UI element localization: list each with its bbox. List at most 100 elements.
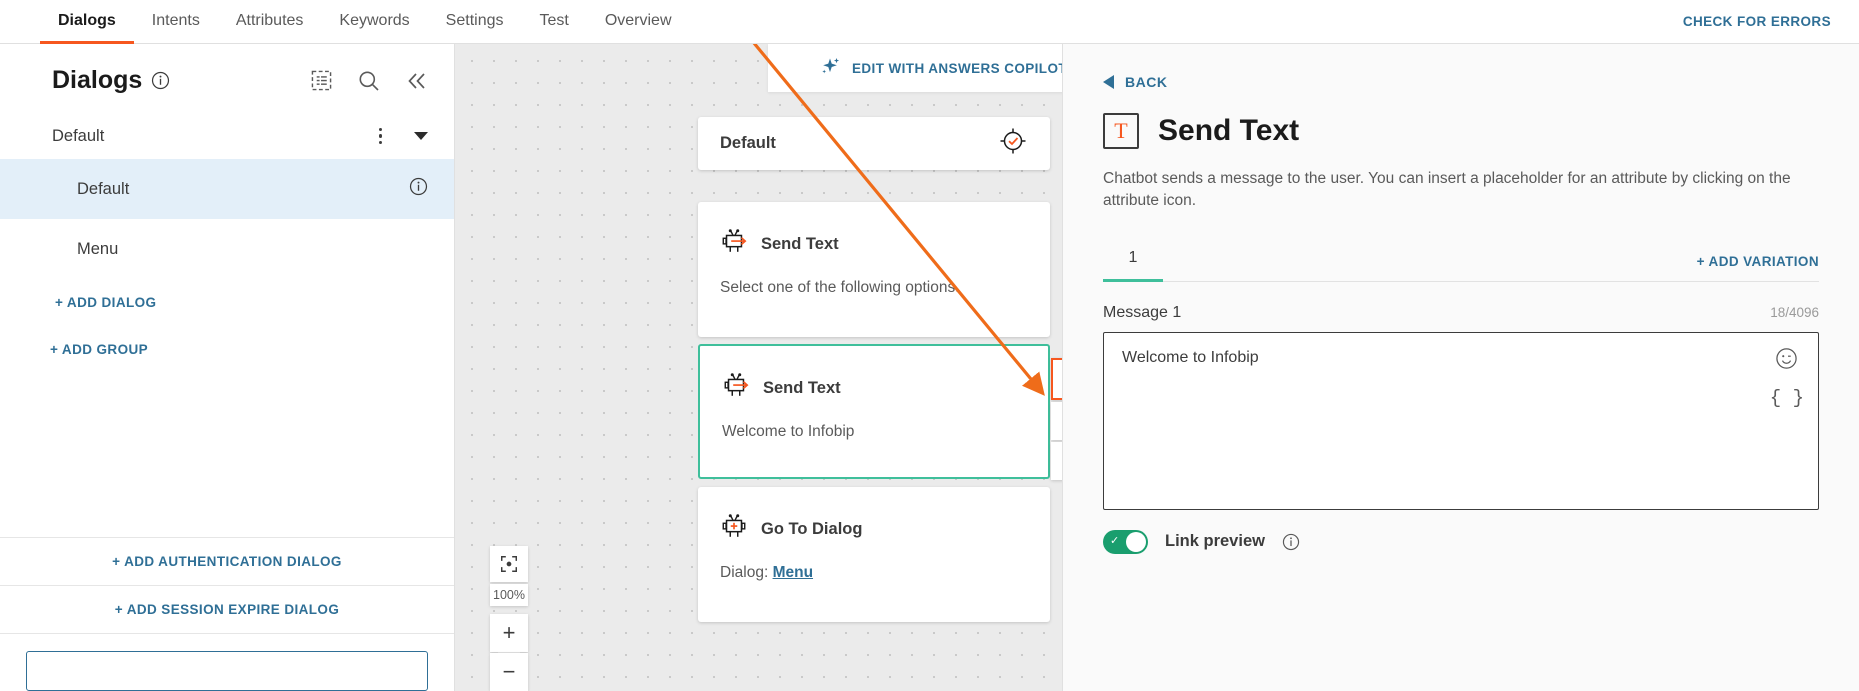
tab-label: Overview [604, 12, 672, 29]
tab-intents[interactable]: Intents [134, 1, 218, 44]
zoom-level-label: 100% [490, 584, 528, 606]
attribute-placeholder-icon[interactable]: { } [1770, 387, 1804, 409]
sidebar-item-default[interactable]: Default [0, 159, 454, 219]
send-text-type-icon: T [1103, 113, 1139, 149]
add-variation-button[interactable]: + ADD VARIATION [1697, 254, 1819, 281]
node-header: Go To Dialog [698, 487, 1050, 546]
canvas-node-go-to-dialog[interactable]: Go To Dialog Dialog: Menu [698, 487, 1050, 622]
message-label: Message 1 [1103, 303, 1182, 321]
tab-test[interactable]: Test [521, 1, 586, 44]
add-group-button[interactable]: + ADD GROUP [0, 326, 454, 373]
delete-icon[interactable] [1051, 402, 1062, 440]
node-body: Select one of the following options. [720, 279, 960, 296]
back-button[interactable]: BACK [1103, 74, 1819, 90]
dialog-group-label: Default [52, 126, 105, 145]
toggle-knob [1126, 531, 1146, 552]
node-header: Send Text [698, 202, 1050, 261]
zoom-out-button[interactable]: − [490, 653, 528, 691]
sidebar-item-label: Default [77, 179, 130, 198]
link-preview-label: Link preview [1165, 532, 1265, 551]
node-header: Send Text [700, 346, 1048, 405]
variation-tab-1[interactable]: 1 [1103, 243, 1163, 282]
info-icon[interactable] [151, 71, 170, 90]
fit-to-screen-icon[interactable] [490, 546, 528, 582]
check-for-errors-button[interactable]: CHECK FOR ERRORS [1683, 14, 1831, 29]
sidebar-item-label: Menu [77, 239, 119, 258]
link-preview-toggle[interactable]: ✓ [1103, 529, 1148, 554]
variation-tabs-row: 1 + ADD VARIATION [1103, 243, 1819, 282]
sidebar-bottom-field[interactable] [26, 651, 428, 691]
more-options-icon[interactable] [373, 124, 389, 149]
toggle-check-icon: ✓ [1110, 535, 1120, 548]
sidebar-title: Dialogs [52, 66, 143, 94]
dialog-prefix-label: Dialog: [720, 564, 773, 581]
app-root: Dialogs Intents Attributes Keywords Sett… [0, 0, 1859, 691]
node-title: Default [720, 134, 776, 152]
canvas-zoom-controls: 100% + − [490, 546, 528, 691]
tab-keywords[interactable]: Keywords [321, 1, 427, 44]
dialog-group-default[interactable]: Default [0, 113, 454, 159]
canvas-node-default[interactable]: Default [698, 117, 1050, 170]
node-title: Send Text [763, 379, 841, 397]
panel-title-row: T Send Text [1103, 113, 1819, 149]
add-authentication-dialog-button[interactable]: + ADD AUTHENTICATION DIALOG [0, 537, 454, 585]
tab-dialogs[interactable]: Dialogs [40, 1, 134, 44]
sidebar-item-menu[interactable]: Menu [0, 219, 454, 279]
send-text-robot-icon [720, 228, 748, 261]
sparkle-icon [819, 55, 841, 82]
tab-label: Test [539, 12, 569, 29]
dialogs-sidebar: Dialogs Default Default Menu + ADD DIALO… [0, 44, 455, 691]
send-text-robot-icon [722, 372, 750, 405]
copilot-label: EDIT WITH ANSWERS COPILOT [852, 60, 1062, 76]
body-row: Dialogs Default Default Menu + ADD DIALO… [0, 44, 1859, 691]
info-icon[interactable] [409, 177, 428, 201]
info-icon[interactable] [1282, 533, 1300, 551]
page-title: Send Text [1158, 114, 1300, 147]
collapse-panel-icon[interactable] [406, 70, 428, 92]
canvas-node-send-text-1[interactable]: Send Text Select one of the following op… [698, 202, 1050, 337]
panel-description: Chatbot sends a message to the user. You… [1103, 170, 1791, 210]
sidebar-header-icons [311, 70, 428, 92]
go-to-dialog-robot-icon [720, 513, 748, 546]
duplicate-icon[interactable] [1051, 442, 1062, 480]
send-text-properties-panel: BACK T Send Text Chatbot sends a message… [1062, 44, 1859, 691]
link-preview-row: ✓ Link preview [1103, 529, 1819, 554]
tab-overview[interactable]: Overview [587, 1, 690, 44]
dialog-group-actions [373, 124, 428, 149]
tab-label: Attributes [235, 12, 304, 29]
add-session-expire-dialog-button[interactable]: + ADD SESSION EXPIRE DIALOG [0, 585, 454, 633]
zoom-in-button[interactable]: + [490, 614, 528, 652]
textarea-icons: { } [1770, 347, 1804, 409]
back-label: BACK [1125, 74, 1168, 90]
add-dialog-button[interactable]: + ADD DIALOG [0, 279, 454, 326]
search-icon[interactable] [358, 70, 380, 92]
move-handle-icon[interactable] [1051, 358, 1062, 400]
top-tab-bar: Dialogs Intents Attributes Keywords Sett… [0, 0, 1859, 44]
outline-list-icon[interactable] [311, 70, 332, 91]
flow-canvas[interactable]: EDIT WITH ANSWERS COPILOT Default Send T… [455, 44, 1062, 691]
message-label-row: Message 1 18/4096 [1103, 304, 1819, 322]
chevron-down-icon[interactable] [414, 132, 428, 140]
go-to-dialog-link[interactable]: Menu [773, 564, 813, 581]
tab-label: Intents [151, 12, 200, 29]
message-textarea[interactable]: Welcome to Infobip { } [1103, 331, 1819, 510]
tab-label: Keywords [339, 12, 410, 29]
tab-attributes[interactable]: Attributes [218, 1, 322, 44]
message-value: Welcome to Infobip [1122, 348, 1259, 366]
topbar-actions: CHECK FOR ERRORS [1683, 0, 1859, 43]
tab-settings[interactable]: Settings [428, 1, 522, 44]
node-body: Dialog: Menu [698, 546, 1050, 608]
sidebar-bottom-area [0, 633, 454, 691]
sidebar-header: Dialogs [0, 44, 454, 113]
canvas-node-send-text-2-selected[interactable]: Send Text Welcome to Infobip [698, 344, 1050, 479]
node-title: Go To Dialog [761, 520, 863, 538]
tab-label: Settings [445, 12, 504, 29]
edit-with-answers-copilot-button[interactable]: EDIT WITH ANSWERS COPILOT [768, 44, 1062, 92]
character-counter: 18/4096 [1770, 304, 1819, 320]
tab-label: Dialogs [58, 12, 116, 29]
emoji-icon[interactable] [1775, 347, 1798, 375]
back-arrow-icon [1103, 75, 1114, 89]
node-title: Send Text [761, 235, 839, 253]
target-check-icon [998, 126, 1028, 161]
